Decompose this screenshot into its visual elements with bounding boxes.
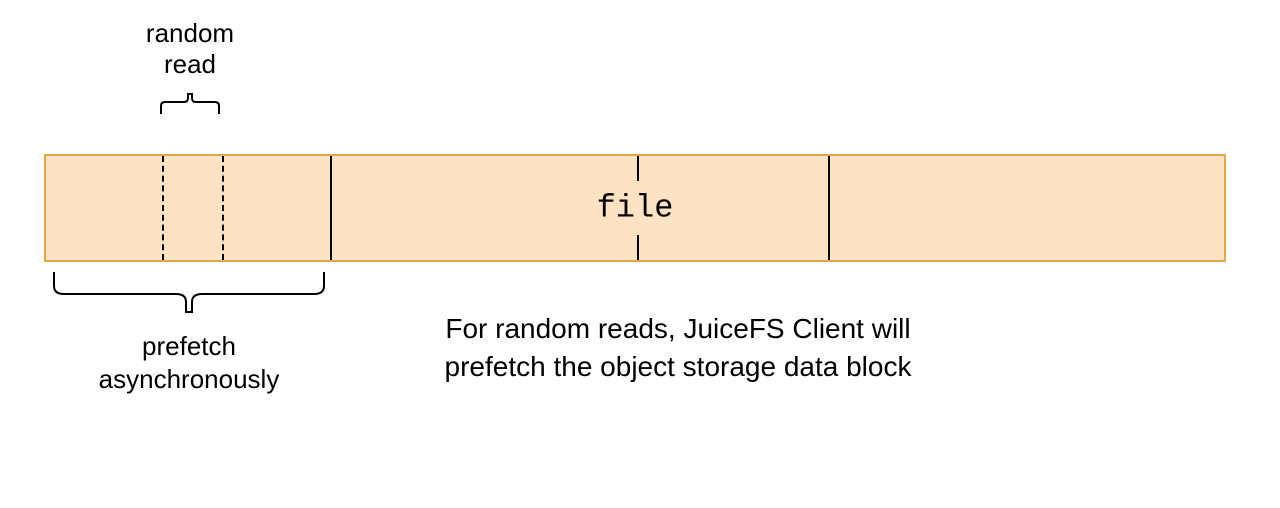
block-divider-mid-top [637, 156, 639, 181]
dashed-divider-1 [162, 156, 164, 260]
block-divider-mid-bottom [637, 235, 639, 260]
block-divider-2 [828, 156, 830, 260]
bottom-brace [50, 268, 328, 316]
top-brace [159, 92, 221, 116]
block-divider-1 [330, 156, 332, 260]
explanation-text: For random reads, JuiceFS Client will pr… [398, 310, 958, 386]
dashed-divider-2 [222, 156, 224, 260]
file-label: file [597, 190, 674, 227]
random-read-label: randomread [130, 18, 250, 80]
prefetch-label: prefetchasynchronously [50, 330, 328, 395]
file-bar: file [44, 154, 1226, 262]
